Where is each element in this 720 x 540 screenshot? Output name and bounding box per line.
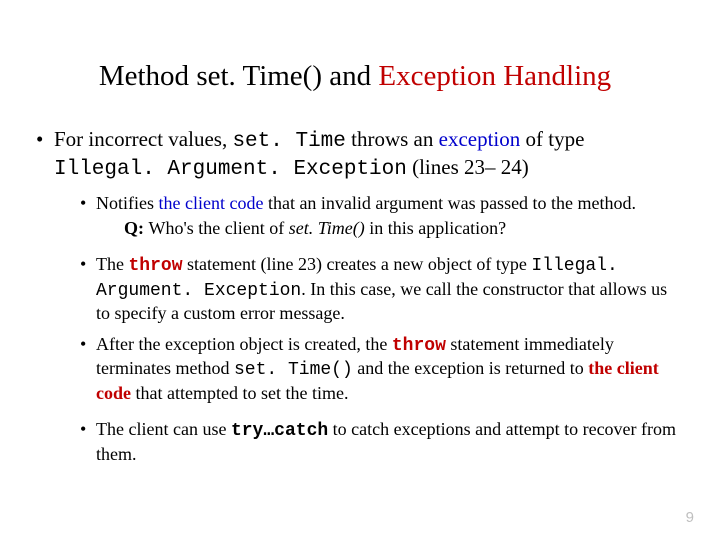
s4-try-catch: try…catch (231, 421, 328, 441)
b1-c: throws an (346, 127, 439, 151)
s1-client-code: the client code (159, 193, 264, 213)
q-settime: set. Time() (289, 218, 365, 238)
b1-illegal-arg: Illegal. Argument. Exception (54, 158, 407, 181)
q-label: Q: (124, 218, 149, 238)
q-d: in this application? (365, 218, 506, 238)
s2-throw: throw (128, 256, 182, 276)
q-b: Who's the client of (149, 218, 289, 238)
s3-e: and the exception is returned to (353, 358, 588, 378)
title-part-3: and (322, 60, 378, 92)
title-method-name: set. Time() (196, 60, 322, 92)
sub-bullet-list: Notifies the client code that an invalid… (54, 192, 680, 465)
s2-c: statement (line 23) creates a new object… (183, 254, 532, 274)
b1-g: (lines 23– 24) (407, 155, 529, 179)
slide-title: Method set. Time() and Exception Handlin… (30, 60, 680, 93)
question-line: Q: Who's the client of set. Time() in th… (96, 217, 680, 240)
bullet-1: For incorrect values, set. Time throws a… (30, 127, 680, 465)
b1-a: For incorrect values, (54, 127, 232, 151)
s2-a: The (96, 254, 128, 274)
sub-bullet-1: Notifies the client code that an invalid… (74, 192, 680, 239)
s4-a: The client can use (96, 419, 231, 439)
sub-bullet-3: After the exception object is created, t… (74, 333, 680, 405)
sub-bullet-2: The throw statement (line 23) creates a … (74, 253, 680, 325)
sub-bullet-4: The client can use try…catch to catch ex… (74, 418, 680, 465)
b1-exception: exception (439, 127, 521, 151)
s3-g: that attempted to set the time. (131, 383, 348, 403)
s3-throw: throw (392, 336, 446, 356)
title-exception-handling: Exception Handling (378, 60, 611, 92)
s1-a: Notifies (96, 193, 159, 213)
s3-a: After the exception object is created, t… (96, 334, 392, 354)
s1-c: that an invalid argument was passed to t… (263, 193, 636, 213)
title-part-1: Method (99, 60, 196, 92)
page-number: 9 (686, 509, 694, 526)
b1-e: of type (520, 127, 584, 151)
b1-settime: set. Time (232, 130, 345, 153)
bullet-list: For incorrect values, set. Time throws a… (30, 127, 680, 465)
s3-settime: set. Time() (234, 360, 353, 380)
slide: Method set. Time() and Exception Handlin… (0, 0, 720, 493)
